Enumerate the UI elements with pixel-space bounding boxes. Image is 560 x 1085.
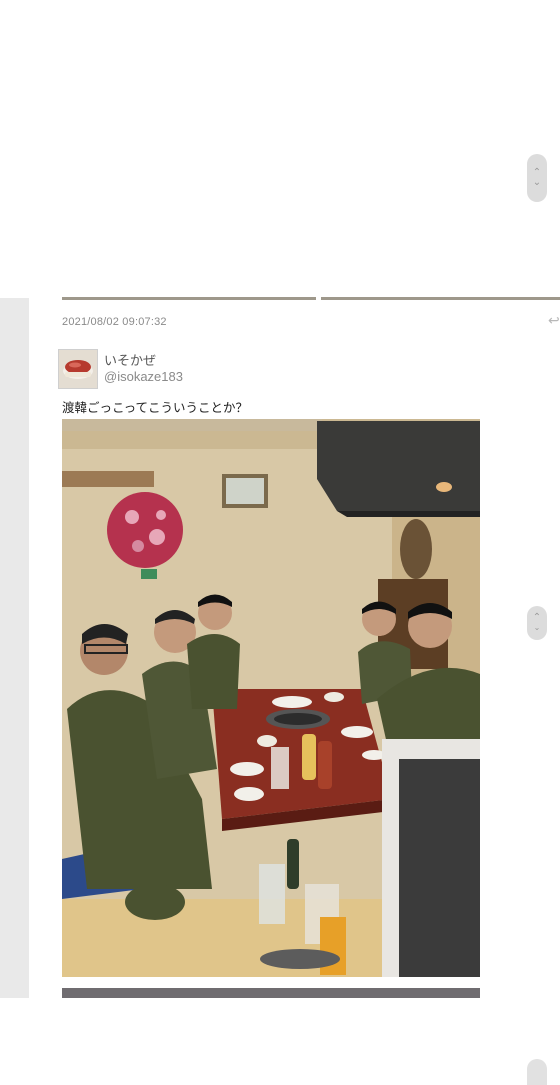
scroll-control-mid[interactable]: ⌃ ⌄	[527, 606, 547, 640]
post-text: 渡韓ごっこってこういうことか？	[62, 401, 249, 415]
chevron-up-icon[interactable]: ⌃	[533, 613, 541, 623]
left-gray-panel	[0, 298, 29, 998]
previous-image-strip-left	[62, 297, 316, 300]
previous-image-strip-right	[321, 297, 560, 300]
share-arrow-icon[interactable]: ↩	[548, 312, 560, 329]
post-photo[interactable]	[62, 419, 480, 977]
avatar[interactable]	[58, 349, 98, 389]
scroll-control-top[interactable]: ⌃ ⌄	[527, 154, 547, 202]
chevron-down-icon[interactable]: ⌄	[533, 178, 541, 188]
post-timestamp: 2021/08/02 09:07:32	[62, 316, 167, 328]
scroll-control-bottom[interactable]	[527, 1059, 547, 1085]
user-handle[interactable]: @isokaze183	[104, 369, 183, 384]
user-display-name[interactable]: いそかぜ	[104, 350, 156, 369]
next-image-strip	[62, 988, 480, 998]
chevron-down-icon[interactable]: ⌄	[534, 623, 541, 633]
